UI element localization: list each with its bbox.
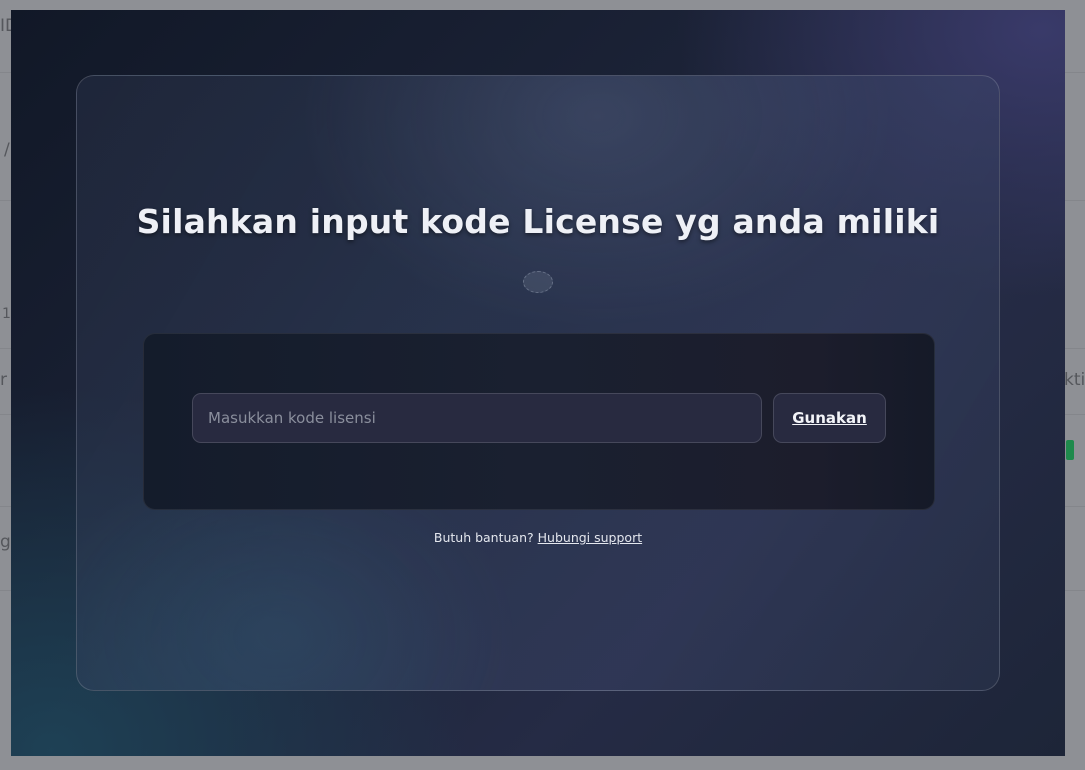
background-text-fragment: r xyxy=(0,370,7,390)
license-input-panel: Gunakan xyxy=(143,333,935,510)
status-badge xyxy=(1066,440,1074,460)
background-text-fragment: / xyxy=(4,140,10,160)
loading-spinner-icon xyxy=(523,271,553,293)
help-line: Butuh bantuan? Hubungi support xyxy=(77,530,999,545)
help-text: Butuh bantuan? xyxy=(433,530,534,545)
license-title: Silahkan input kode License yg anda mili… xyxy=(136,202,940,241)
license-modal-overlay: Silahkan input kode License yg anda mili… xyxy=(11,10,1065,756)
support-link[interactable]: Hubungi support xyxy=(538,530,642,545)
license-card: Silahkan input kode License yg anda mili… xyxy=(76,75,1000,691)
license-code-input[interactable] xyxy=(192,393,762,443)
apply-license-button[interactable]: Gunakan xyxy=(773,393,886,443)
background-text-fragment: g xyxy=(0,532,11,552)
background-text-fragment: kti xyxy=(1064,370,1085,390)
